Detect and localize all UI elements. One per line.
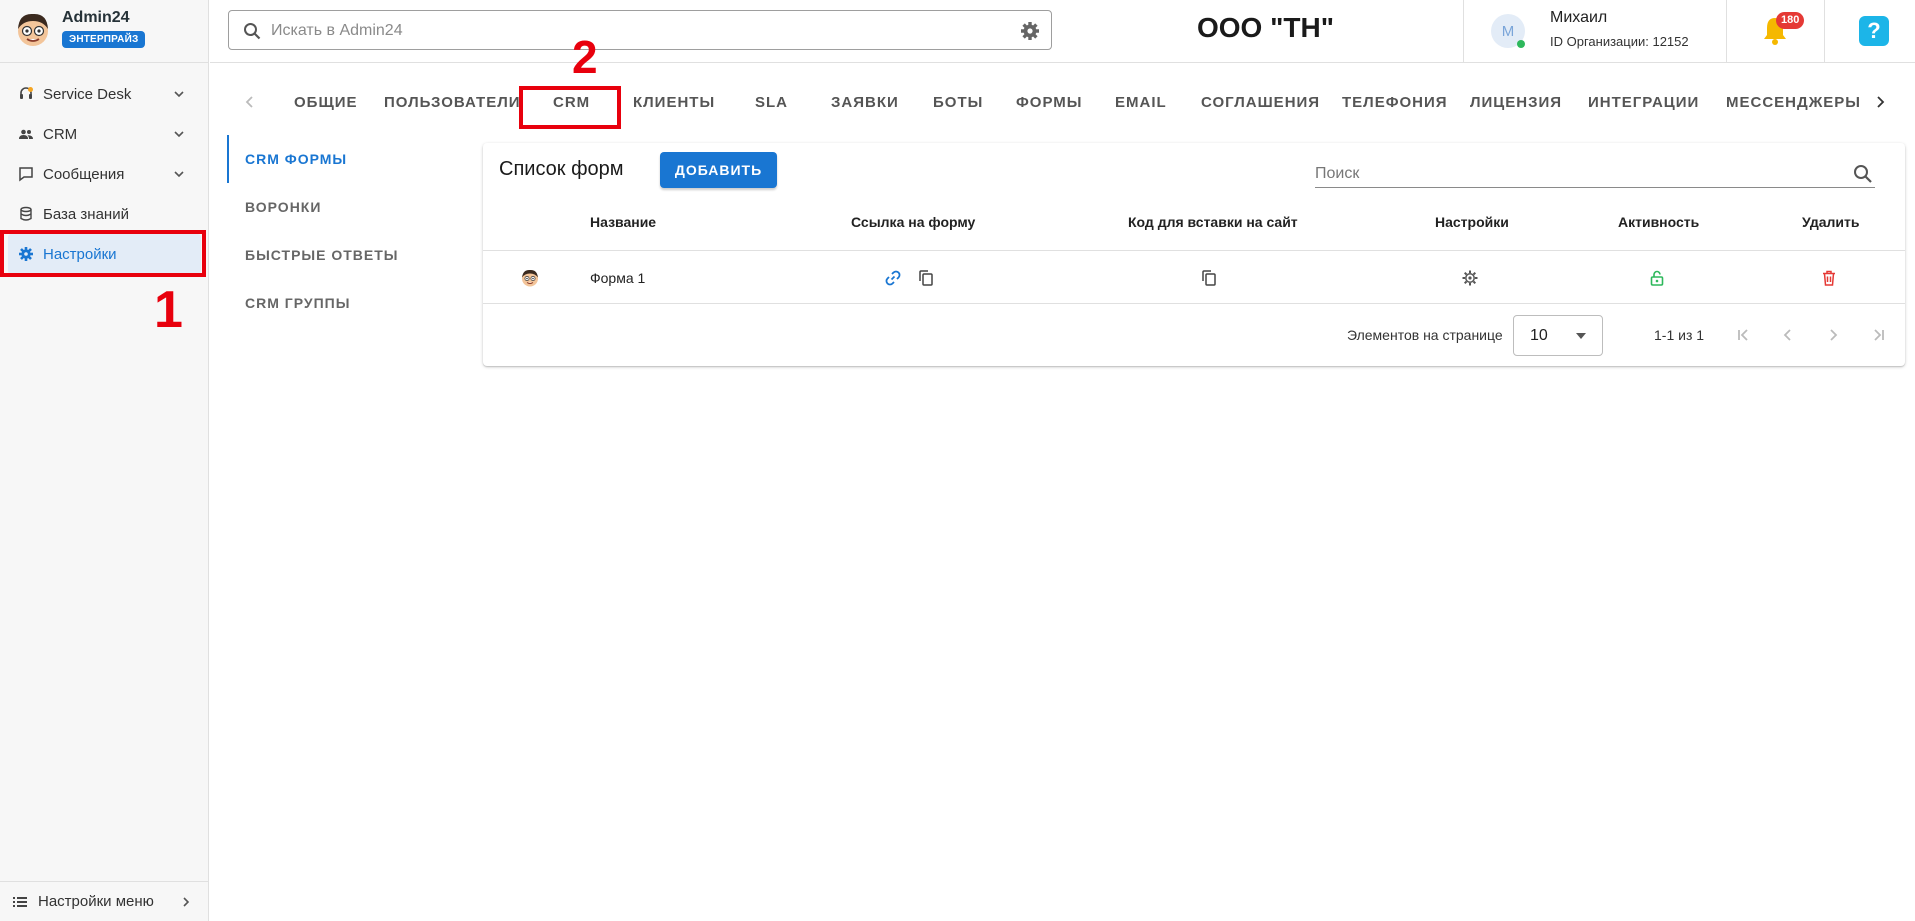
chevron-left-icon[interactable] [240, 92, 260, 112]
organization-title: ООО "ТН" [1197, 12, 1334, 43]
gear-icon[interactable] [1019, 20, 1041, 42]
next-page-icon[interactable] [1823, 325, 1843, 345]
people-icon [18, 126, 34, 142]
settings-tabs: ОБЩИЕ ПОЛЬЗОВАТЕЛИ CRM КЛИЕНТЫ SLA ЗАЯВК… [210, 82, 1915, 126]
menu-settings-label: Настройки меню [38, 893, 154, 910]
column-header-link: Ссылка на форму [851, 214, 976, 230]
chevron-right-icon [183, 897, 190, 907]
chevron-right-icon[interactable] [1870, 92, 1890, 112]
chat-icon [18, 166, 34, 182]
tab-license[interactable]: ЛИЦЕНЗИЯ [1470, 94, 1562, 111]
tab-messengers[interactable]: МЕССЕНДЖЕРЫ [1726, 94, 1861, 111]
notification-badge: 180 [1776, 12, 1805, 29]
submenu-crm-forms[interactable]: CRM ФОРМЫ [227, 135, 467, 183]
column-header-activity: Активность [1618, 214, 1700, 230]
sidebar-item-crm[interactable]: CRM [0, 114, 209, 154]
global-search-input[interactable] [271, 19, 971, 43]
table-search-input[interactable] [1315, 162, 1835, 186]
first-page-icon[interactable] [1733, 325, 1753, 345]
brand-block[interactable]: Admin24 ЭНТЕРПРАЙЗ [0, 0, 209, 63]
gear-icon[interactable] [1461, 269, 1479, 287]
page-range: 1-1 из 1 [1654, 327, 1705, 343]
chevron-down-icon [174, 91, 184, 98]
tab-bots[interactable]: БОТЫ [933, 94, 983, 111]
crm-submenu: CRM ФОРМЫ ВОРОНКИ БЫСТРЫЕ ОТВЕТЫ CRM ГРУ… [227, 135, 467, 327]
brand-avatar [18, 13, 48, 46]
sidebar-item-label: Service Desk [43, 85, 132, 103]
sidebar-item-service-desk[interactable]: Service Desk [0, 74, 209, 114]
search-icon [244, 23, 261, 40]
divider [1463, 0, 1464, 63]
divider [1726, 0, 1727, 63]
top-header: ООО "ТН" М Михаил ID Организации: 12152 … [210, 0, 1915, 63]
column-header-settings: Настройки [1435, 214, 1509, 230]
annotation-number-2: 2 [572, 31, 598, 83]
tab-integrations[interactable]: ИНТЕГРАЦИИ [1588, 94, 1699, 111]
forms-list-card: Список форм ДОБАВИТЬ Название Ссылка на … [483, 143, 1905, 366]
menu-settings-button[interactable]: Настройки меню [0, 881, 209, 921]
database-icon [18, 206, 34, 222]
brand-name: Admin24 [62, 9, 130, 26]
plan-badge: ЭНТЕРПРАЙЗ [62, 31, 146, 48]
headset-icon [18, 86, 34, 102]
search-icon[interactable] [1853, 164, 1873, 184]
annotation-box-1 [0, 230, 206, 277]
column-header-delete: Удалить [1802, 214, 1860, 230]
lock-open-icon[interactable] [1648, 269, 1666, 287]
submenu-funnels[interactable]: ВОРОНКИ [227, 183, 467, 231]
tab-agreements[interactable]: СОГЛАШЕНИЯ [1201, 94, 1320, 111]
tab-tickets[interactable]: ЗАЯВКИ [831, 94, 899, 111]
tab-clients[interactable]: КЛИЕНТЫ [633, 94, 715, 111]
help-button[interactable]: ? [1859, 16, 1889, 46]
link-icon[interactable] [884, 269, 902, 287]
sidebar-item-knowledge-base[interactable]: База знаний [0, 194, 209, 234]
prev-page-icon[interactable] [1778, 325, 1798, 345]
chevron-down-icon [174, 171, 184, 178]
submenu-quick-replies[interactable]: БЫСТРЫЕ ОТВЕТЫ [227, 231, 467, 279]
caret-down-icon [1576, 333, 1586, 339]
tab-general[interactable]: ОБЩИЕ [294, 94, 358, 111]
sidebar-item-label: Сообщения [43, 165, 125, 183]
copy-icon[interactable] [917, 269, 935, 287]
divider [483, 250, 1905, 251]
list-icon [13, 896, 27, 907]
sidebar-item-messages[interactable]: Сообщения [0, 154, 209, 194]
card-title: Список форм [499, 158, 624, 180]
organization-id: ID Организации: 12152 [1550, 34, 1689, 49]
annotation-box-2 [519, 86, 621, 129]
tab-email[interactable]: EMAIL [1115, 94, 1167, 111]
add-form-button[interactable]: ДОБАВИТЬ [660, 152, 777, 188]
items-per-page-label: Элементов на странице [1347, 327, 1503, 343]
column-header-name[interactable]: Название [590, 214, 656, 230]
form-avatar-icon [522, 269, 538, 287]
divider [483, 303, 1905, 304]
tab-telephony[interactable]: ТЕЛЕФОНИЯ [1342, 94, 1448, 111]
form-name[interactable]: Форма 1 [590, 270, 645, 286]
divider [1824, 0, 1825, 63]
chevron-down-icon [174, 131, 184, 138]
annotation-number-1: 1 [154, 281, 183, 339]
items-per-page-select[interactable]: 10 [1513, 315, 1603, 356]
submenu-crm-groups[interactable]: CRM ГРУППЫ [227, 279, 467, 327]
sidebar: Admin24 ЭНТЕРПРАЙЗ Service Desk CRM Сооб… [0, 0, 209, 921]
trash-icon[interactable] [1820, 269, 1838, 287]
column-header-embed-code: Код для вставки на сайт [1128, 214, 1298, 230]
sidebar-item-label: База знаний [43, 205, 129, 223]
sidebar-item-label: CRM [43, 125, 78, 143]
last-page-icon[interactable] [1869, 325, 1889, 345]
copy-icon[interactable] [1200, 269, 1218, 287]
user-name[interactable]: Михаил [1550, 9, 1607, 27]
global-search[interactable] [228, 10, 1052, 50]
tab-users[interactable]: ПОЛЬЗОВАТЕЛИ [384, 94, 521, 111]
tab-forms[interactable]: ФОРМЫ [1016, 94, 1082, 111]
online-status-dot [1517, 40, 1525, 48]
table-search[interactable] [1315, 162, 1875, 188]
tab-sla[interactable]: SLA [755, 94, 788, 111]
items-per-page-value: 10 [1530, 327, 1548, 344]
